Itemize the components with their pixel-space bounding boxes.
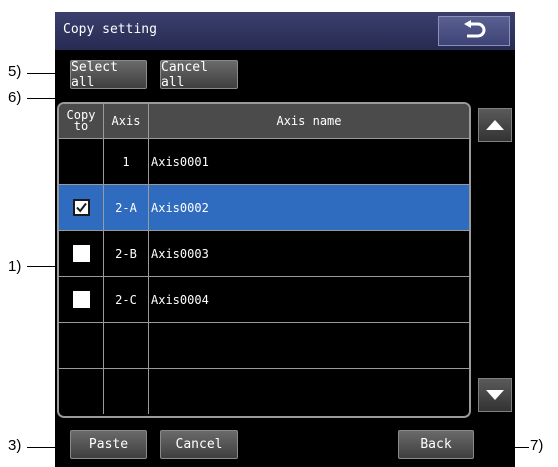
copy-checkbox[interactable] xyxy=(72,291,90,308)
return-arrow-icon xyxy=(464,20,486,38)
axis-name-cell: Axis0001 xyxy=(151,154,209,169)
table-row[interactable]: 2-A Axis0002 xyxy=(59,184,469,230)
copy-to-cell xyxy=(59,369,104,414)
cancel-button[interactable]: Cancel xyxy=(160,430,238,459)
paste-button[interactable]: Paste xyxy=(70,430,147,459)
copy-to-cell xyxy=(59,323,104,368)
scroll-down-button[interactable] xyxy=(478,378,512,412)
axis-cell: 2-B xyxy=(104,231,149,276)
triangle-down-icon xyxy=(486,390,504,400)
callout-7: 7) xyxy=(530,437,544,454)
header-copy-to: Copy to xyxy=(59,104,104,138)
table-row[interactable] xyxy=(59,368,469,416)
axis-name-cell: Axis0004 xyxy=(151,292,209,307)
copy-to-cell xyxy=(59,231,104,276)
return-button[interactable] xyxy=(438,16,510,46)
axis-name-cell xyxy=(149,369,469,414)
copy-setting-screen: Copy setting Select all Cancel all Copy … xyxy=(55,12,515,467)
window-title: Copy setting xyxy=(63,22,157,37)
axis-cell: 2-A xyxy=(104,185,149,230)
title-bar: Copy setting xyxy=(55,12,515,50)
copy-checkbox[interactable] xyxy=(72,245,90,262)
table-header: Copy to Axis Axis name xyxy=(59,104,469,138)
callout-5: 5) xyxy=(8,63,22,80)
header-axis-name: Axis name xyxy=(276,113,342,128)
axis-cell: 1 xyxy=(104,139,149,184)
axis-name-cell: Axis0003 xyxy=(151,246,209,261)
axis-cell xyxy=(104,369,149,414)
callout-6: 6) xyxy=(8,89,22,106)
callout-1-leader xyxy=(27,266,57,267)
callout-1: 1) xyxy=(8,258,22,275)
cancel-all-button[interactable]: Cancel all xyxy=(160,60,238,90)
axis-cell xyxy=(104,323,149,368)
copy-to-cell xyxy=(59,139,104,184)
table-row[interactable]: 2-B Axis0003 xyxy=(59,230,469,276)
triangle-up-icon xyxy=(486,120,504,130)
back-button[interactable]: Back xyxy=(398,430,474,459)
table-row[interactable] xyxy=(59,322,469,368)
callout-3: 3) xyxy=(8,437,22,454)
table-row[interactable]: 2-C Axis0004 xyxy=(59,276,469,322)
axis-table: Copy to Axis Axis name 1 Axis0001 2-A Ax… xyxy=(57,102,471,418)
axis-name-cell xyxy=(149,323,469,368)
table-row[interactable]: 1 Axis0001 xyxy=(59,138,469,184)
axis-name-cell: Axis0002 xyxy=(151,200,209,215)
checkmark-icon xyxy=(75,202,87,213)
copy-to-cell xyxy=(59,277,104,322)
copy-to-cell xyxy=(59,185,104,230)
select-all-button[interactable]: Select all xyxy=(70,60,147,90)
scroll-up-button[interactable] xyxy=(478,108,512,142)
copy-checkbox[interactable] xyxy=(72,199,90,216)
header-axis: Axis xyxy=(104,104,149,138)
axis-cell: 2-C xyxy=(104,277,149,322)
